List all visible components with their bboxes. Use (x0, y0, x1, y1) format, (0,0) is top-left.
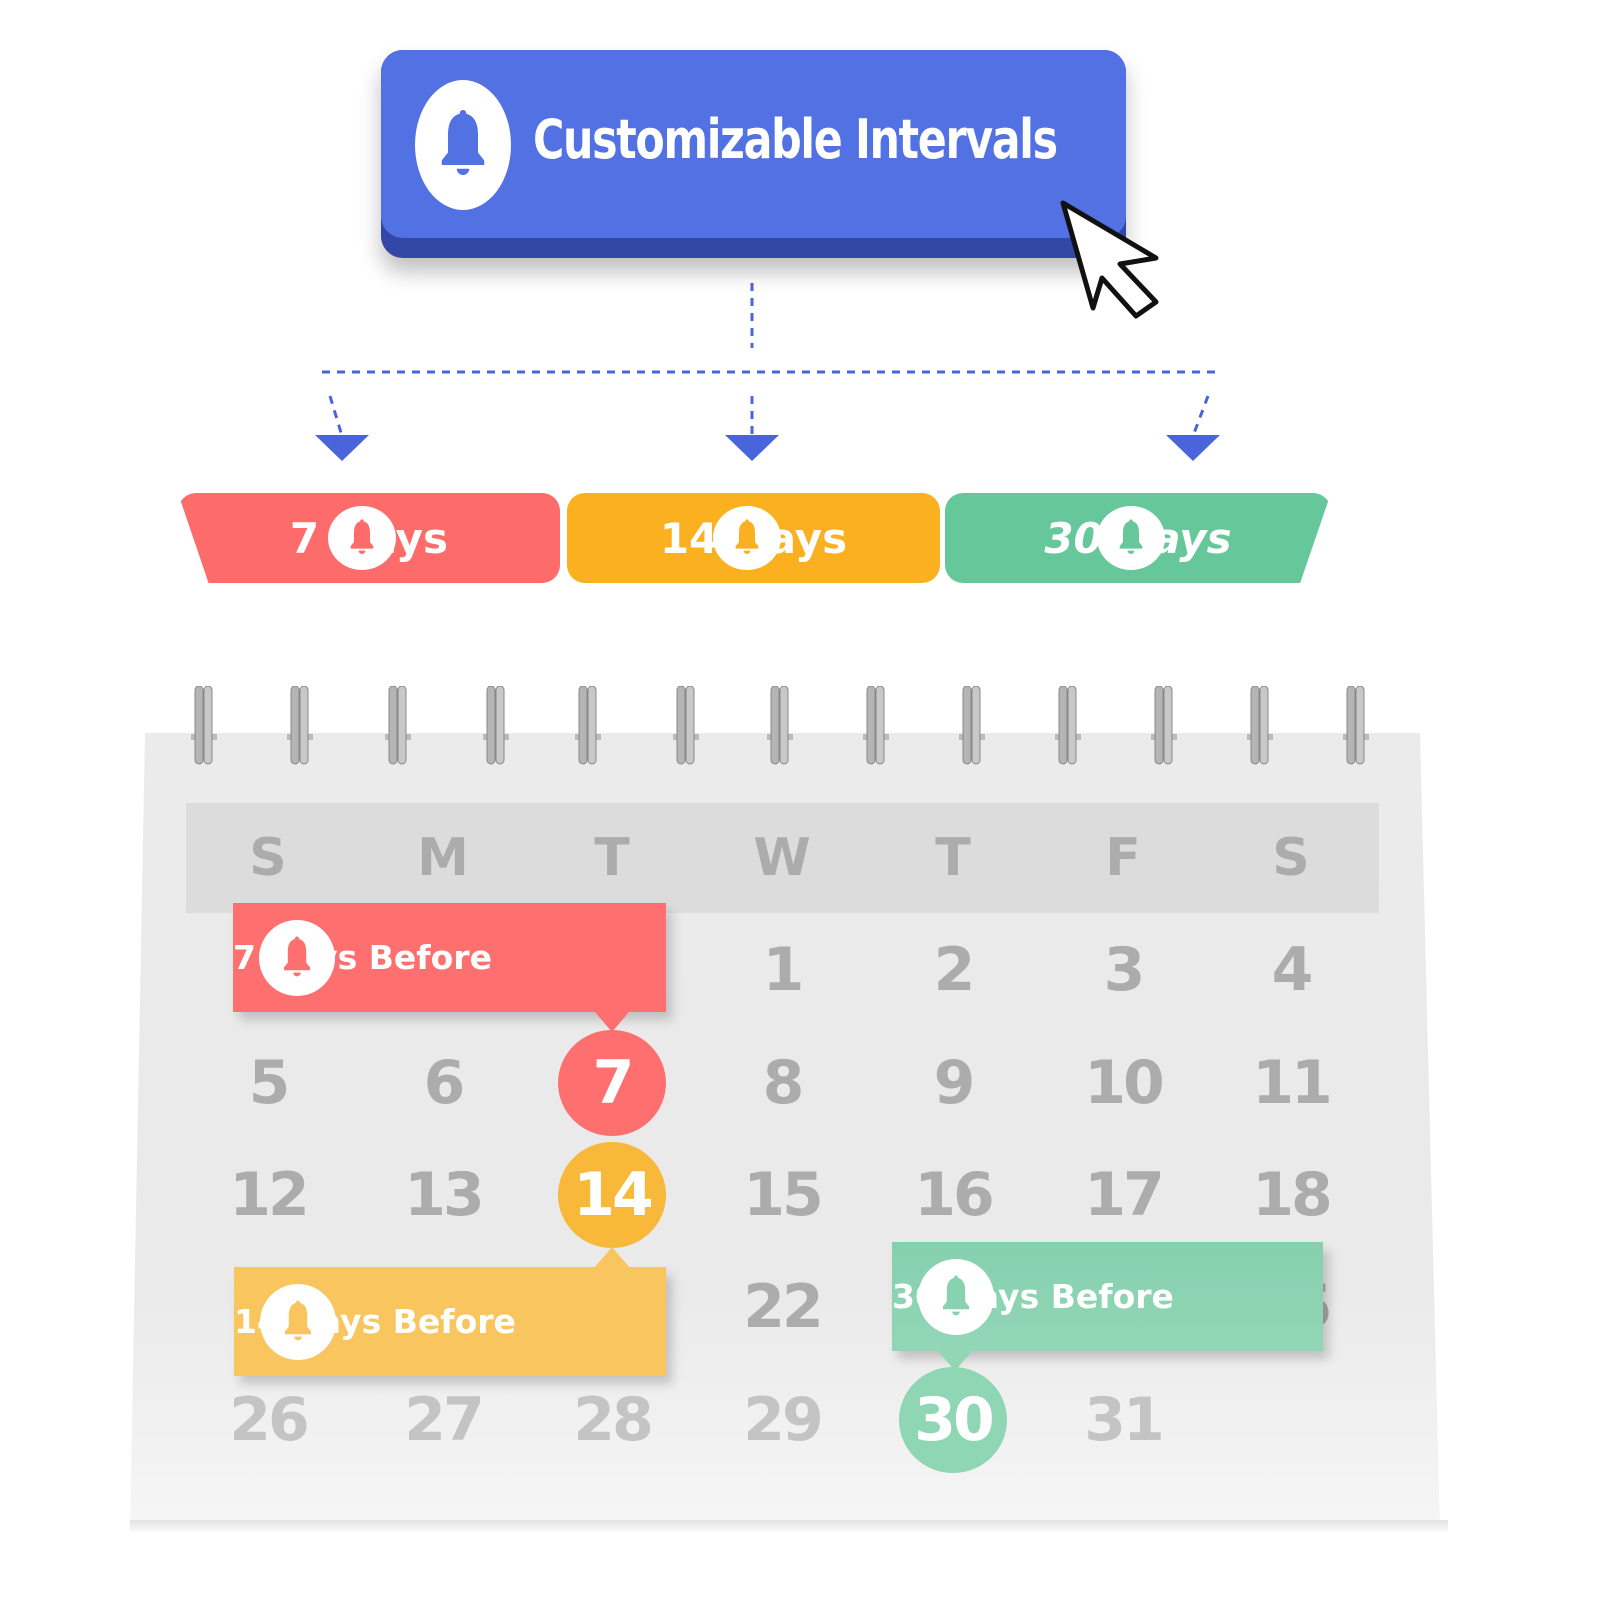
customizable-intervals-button[interactable]: Customizable Intervals (381, 50, 1126, 258)
calendar-base (130, 1520, 1448, 1534)
calendar-day[interactable]: 28 (552, 1390, 672, 1450)
spiral-ring (861, 685, 891, 766)
tooltip-7-days-before: 7 Days Before (233, 903, 666, 1032)
calendar-day[interactable]: 29 (722, 1390, 842, 1450)
calendar-day[interactable]: 26 (208, 1390, 328, 1450)
calendar-day[interactable]: 10 (1063, 1053, 1183, 1113)
calendar-day[interactable]: 27 (383, 1390, 503, 1450)
calendar-day[interactable]: 8 (722, 1053, 842, 1113)
spiral-ring (1245, 685, 1275, 766)
weekday-label: W (753, 828, 811, 888)
weekday-label: S (1272, 828, 1310, 888)
weekday-label: M (417, 828, 469, 888)
calendar-day[interactable]: 9 (893, 1053, 1013, 1113)
weekday-label: T (935, 828, 971, 888)
spiral-ring (285, 685, 315, 766)
bell-icon (260, 1283, 336, 1360)
calendar-day[interactable]: 16 (893, 1165, 1013, 1225)
arrow-down-icon (725, 435, 779, 461)
bell-icon (918, 1258, 994, 1335)
tooltip-14-days-before: 14 Days Before (234, 1247, 666, 1376)
highlighted-day-30[interactable]: 30 (899, 1367, 1007, 1473)
interval-14-days[interactable]: 14 Days (567, 493, 940, 583)
calendar-day[interactable]: 2 (893, 940, 1013, 1000)
spiral-ring (383, 685, 413, 766)
spiral-ring (765, 685, 795, 766)
arrow-down-icon (1166, 435, 1220, 461)
calendar-day[interactable]: 1 (722, 940, 842, 1000)
highlighted-day-7[interactable]: 7 (558, 1030, 666, 1136)
calendar-day[interactable]: 17 (1063, 1165, 1183, 1225)
spiral-ring (481, 685, 511, 766)
calendar-day[interactable]: 5 (208, 1053, 328, 1113)
calendar-day[interactable]: 12 (208, 1165, 328, 1225)
arrow-down-icon (315, 435, 369, 461)
calendar-day[interactable]: 4 (1231, 940, 1351, 1000)
bell-icon (328, 506, 396, 570)
spiral-ring (1053, 685, 1083, 766)
bell-icon (712, 506, 781, 570)
calendar-day[interactable]: 31 (1063, 1390, 1183, 1450)
bell-icon (1097, 506, 1165, 570)
calendar-day[interactable]: 22 (722, 1277, 842, 1337)
spiral-ring (1149, 685, 1179, 766)
spiral-ring (573, 685, 603, 766)
interval-30-days[interactable]: 30 Days (945, 493, 1331, 583)
spiral-ring (1341, 685, 1371, 766)
bell-icon (415, 80, 511, 210)
spiral-ring (957, 685, 987, 766)
calendar-day[interactable]: 18 (1231, 1165, 1351, 1225)
calendar-day[interactable]: 13 (383, 1165, 503, 1225)
calendar-day[interactable]: 15 (722, 1165, 842, 1225)
interval-7-days[interactable]: 7 Days (178, 493, 560, 583)
highlighted-day-14[interactable]: 14 (558, 1142, 666, 1248)
cursor-pointer-icon (1060, 200, 1159, 319)
bell-icon (259, 919, 335, 996)
calendar-day[interactable]: 3 (1063, 940, 1183, 1000)
header-title: Customizable Intervals (533, 108, 1058, 171)
calendar-day[interactable]: 6 (383, 1053, 503, 1113)
spiral-ring (671, 685, 701, 766)
weekday-label: S (249, 828, 287, 888)
spiral-ring (189, 685, 219, 766)
calendar-day[interactable]: 11 (1231, 1053, 1351, 1113)
weekday-label: T (594, 828, 630, 888)
tooltip-30-days-before: 30 Days Before (892, 1242, 1323, 1371)
weekday-label: F (1105, 828, 1141, 888)
